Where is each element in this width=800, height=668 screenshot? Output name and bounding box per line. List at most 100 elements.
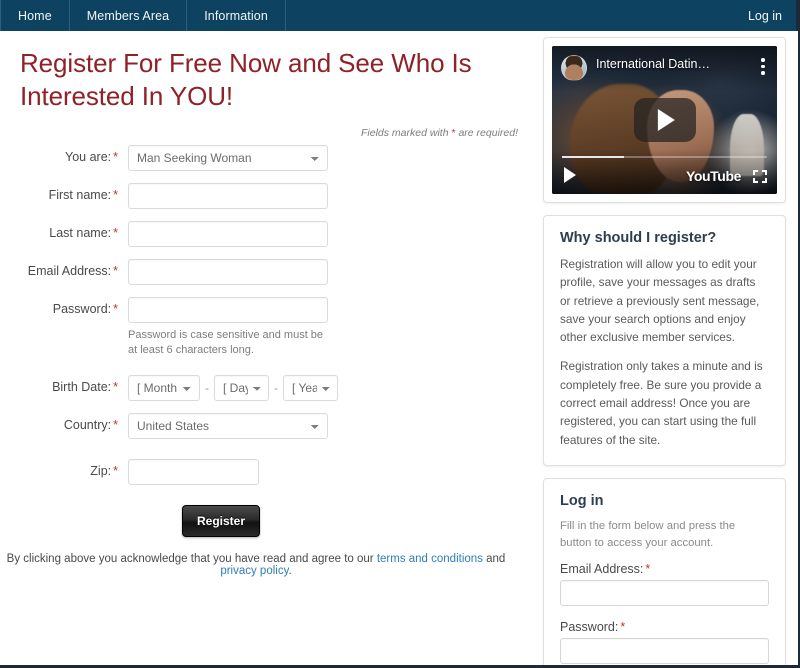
field-row-country: Country: * United States bbox=[0, 413, 532, 440]
login-lead-text: Fill in the form below and press the but… bbox=[560, 519, 736, 549]
date-separator-2: - bbox=[274, 381, 278, 396]
field-country: United States bbox=[128, 413, 532, 440]
terms-and-conditions-link[interactable]: terms and conditions bbox=[377, 553, 483, 565]
required-star: * bbox=[113, 225, 118, 240]
field-row-zip: Zip: * bbox=[0, 459, 532, 486]
login-content: Log in Fill in the form below and press … bbox=[544, 479, 785, 665]
field-row-you-are: You are: * Man Seeking Woman bbox=[0, 144, 532, 171]
body-wrapper: Register For Free Now and See Who Is Int… bbox=[0, 31, 798, 665]
submit-row: Register bbox=[0, 505, 532, 538]
video-card: International Datin… YouTube bbox=[543, 37, 786, 203]
channel-avatar-icon[interactable] bbox=[561, 55, 587, 81]
video-progress-fill bbox=[562, 155, 624, 158]
required-star: * bbox=[113, 263, 118, 278]
label-password: Password: * bbox=[0, 297, 128, 316]
password-hint: Password is case sensitive and must be a… bbox=[128, 328, 324, 357]
birth-year-select[interactable]: [ Year ] bbox=[283, 375, 338, 402]
youtube-brand-label: YouTube bbox=[685, 168, 741, 184]
last-name-input[interactable] bbox=[128, 220, 328, 247]
nav-item-home[interactable]: Home bbox=[0, 0, 70, 31]
login-password-label-text: Password: bbox=[560, 619, 619, 634]
field-password: Password is case sensitive and must be a… bbox=[128, 296, 532, 360]
birth-date-group: [ Month ] - [ Day ] - [ Year ] bbox=[128, 375, 532, 402]
field-row-first-name: First name: * bbox=[0, 182, 532, 209]
top-navigation-bar: Home Members Area Information Log in bbox=[0, 0, 798, 31]
birth-day-select[interactable]: [ Day ] bbox=[214, 375, 269, 402]
required-note-prefix: Fields marked with bbox=[361, 126, 452, 139]
label-you-are-text: You are: bbox=[65, 149, 112, 164]
required-star: * bbox=[113, 149, 118, 164]
label-you-are: You are: * bbox=[0, 145, 128, 164]
label-country-text: Country: bbox=[63, 418, 112, 433]
more-options-icon[interactable] bbox=[761, 58, 765, 75]
label-email-text: Email Address: bbox=[27, 263, 112, 278]
required-star: * bbox=[645, 561, 651, 576]
login-password-label: Password: * bbox=[560, 620, 769, 634]
fullscreen-corner bbox=[762, 170, 767, 175]
nav-item-information[interactable]: Information bbox=[187, 0, 286, 31]
login-email-input[interactable] bbox=[560, 579, 769, 606]
label-country: Country: * bbox=[0, 413, 128, 432]
terms-disclaimer: By clicking above you acknowledge that y… bbox=[0, 553, 532, 577]
kebab-dot bbox=[761, 64, 765, 68]
nav-item-members-area[interactable]: Members Area bbox=[70, 0, 188, 31]
required-star: * bbox=[113, 418, 118, 433]
field-last-name bbox=[128, 220, 532, 247]
video-progress-bar[interactable] bbox=[562, 155, 767, 158]
email-input[interactable] bbox=[128, 258, 328, 285]
video-title: International Datin… bbox=[596, 57, 710, 71]
field-zip bbox=[128, 459, 532, 486]
date-separator-1: - bbox=[205, 381, 209, 396]
field-row-email: Email Address: * bbox=[0, 258, 532, 285]
register-button[interactable]: Register bbox=[181, 505, 261, 538]
label-first-name: First name: * bbox=[0, 183, 128, 202]
label-email: Email Address: * bbox=[0, 259, 128, 278]
registration-form: You are: * Man Seeking Woman First name: * bbox=[0, 144, 532, 577]
page-root: Home Members Area Information Log in Reg… bbox=[0, 0, 800, 668]
sidebar-column: International Datin… YouTube Why should … bbox=[543, 37, 786, 665]
field-row-last-name: Last name: * bbox=[0, 220, 532, 247]
password-input[interactable] bbox=[128, 296, 328, 323]
why-register-card: Why should I register? Registration will… bbox=[543, 215, 786, 466]
login-card: Log in Fill in the form below and press … bbox=[543, 477, 786, 665]
kebab-dot bbox=[761, 71, 765, 75]
label-first-name-text: First name: bbox=[48, 187, 112, 202]
youtube-video-player[interactable]: International Datin… YouTube bbox=[552, 46, 777, 194]
nav-item-information-label: Information bbox=[204, 8, 268, 23]
fullscreen-icon[interactable] bbox=[753, 170, 767, 183]
birth-month-select[interactable]: [ Month ] bbox=[128, 375, 200, 402]
country-select[interactable]: United States bbox=[128, 413, 328, 440]
page-title: Register For Free Now and See Who Is Int… bbox=[20, 48, 472, 111]
privacy-policy-link[interactable]: privacy policy bbox=[220, 565, 288, 577]
kebab-dot bbox=[761, 58, 765, 62]
required-star: * bbox=[113, 301, 118, 316]
why-register-paragraph-1: Registration will allow you to edit your… bbox=[560, 257, 760, 345]
label-password-text: Password: bbox=[52, 301, 112, 316]
nav-login-link[interactable]: Log in bbox=[738, 0, 796, 31]
why-register-content: Why should I register? Registration will… bbox=[544, 216, 785, 465]
required-fields-note: Fields marked with * are required! bbox=[0, 127, 518, 139]
nav-login-label: Log in bbox=[747, 8, 782, 23]
login-title: Log in bbox=[560, 492, 604, 509]
field-first-name bbox=[128, 182, 532, 209]
first-name-input[interactable] bbox=[128, 182, 328, 209]
zip-input[interactable] bbox=[128, 459, 259, 486]
play-control-icon[interactable] bbox=[564, 167, 576, 183]
field-you-are: Man Seeking Woman bbox=[128, 144, 532, 171]
label-birth-date-text: Birth Date: bbox=[52, 380, 112, 395]
required-star: * bbox=[113, 187, 118, 202]
play-icon[interactable] bbox=[633, 98, 696, 142]
nav-item-home-label: Home bbox=[18, 8, 52, 23]
terms-suffix: . bbox=[288, 565, 292, 578]
fullscreen-corner bbox=[753, 170, 758, 175]
login-email-label: Email Address: * bbox=[560, 562, 769, 576]
required-note-suffix: are required! bbox=[455, 126, 518, 139]
login-password-input[interactable] bbox=[560, 637, 769, 664]
you-are-select[interactable]: Man Seeking Woman bbox=[128, 144, 328, 171]
required-star: * bbox=[113, 464, 118, 479]
terms-middle: and bbox=[482, 553, 506, 566]
field-row-password: Password: * Password is case sensitive an… bbox=[0, 296, 532, 360]
why-register-paragraph-2: Registration only takes a minute and is … bbox=[560, 359, 763, 447]
label-zip: Zip: * bbox=[0, 459, 128, 478]
field-birth-date: [ Month ] - [ Day ] - [ Year ] bbox=[128, 375, 532, 402]
